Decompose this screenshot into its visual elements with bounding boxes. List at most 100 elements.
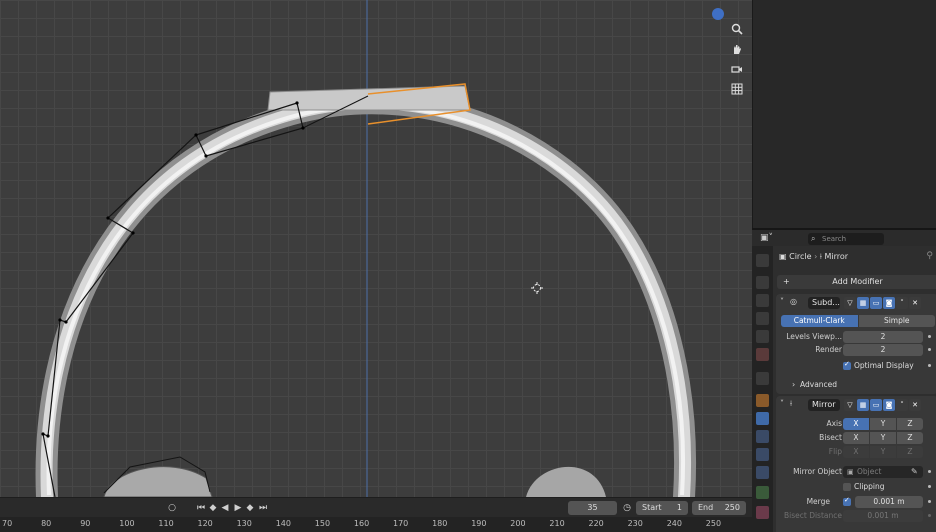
output-tab-icon[interactable] bbox=[756, 294, 769, 307]
animate-dot-icon[interactable] bbox=[928, 485, 931, 488]
stopwatch-icon[interactable]: ◷ bbox=[621, 502, 633, 514]
add-modifier-button[interactable]: + Add Modifier bbox=[777, 275, 936, 289]
view-layer-tab-icon[interactable] bbox=[756, 312, 769, 325]
on-cage-icon[interactable]: ▽ bbox=[844, 297, 856, 309]
particles-tab-icon[interactable] bbox=[756, 430, 769, 443]
clipping-label: Clipping bbox=[854, 482, 885, 491]
properties-search-input[interactable]: ⌕ Search bbox=[808, 233, 884, 245]
prev-keyframe-icon[interactable]: ◆ bbox=[208, 502, 218, 514]
viewport-display-icon[interactable]: ▭ bbox=[870, 297, 882, 309]
animate-dot-icon[interactable] bbox=[928, 364, 931, 367]
animate-dot-icon[interactable] bbox=[928, 335, 931, 338]
eyedropper-icon[interactable]: ✎ bbox=[911, 466, 918, 478]
axis-x-button[interactable]: X bbox=[843, 418, 869, 430]
timeline-tick-label: 250 bbox=[705, 519, 722, 528]
grid-icon[interactable] bbox=[728, 80, 746, 98]
levels-viewport-field[interactable]: 2 bbox=[843, 331, 923, 343]
camera-icon[interactable] bbox=[728, 60, 746, 78]
render-camera-icon[interactable]: ◙ bbox=[883, 399, 895, 411]
bisect-distance-field: 0.001 m bbox=[843, 510, 923, 522]
keying-icon[interactable]: ○ bbox=[166, 502, 178, 514]
breadcrumb: ▣ Circle › ⟊ Mirror bbox=[779, 252, 849, 261]
dropdown-icon[interactable]: ˅ bbox=[896, 399, 908, 411]
clipping-checkbox[interactable] bbox=[843, 483, 851, 491]
editor-type-icon[interactable]: ▣˅ bbox=[760, 233, 778, 245]
merge-checkbox[interactable] bbox=[843, 496, 851, 506]
timeline-tick-label: 120 bbox=[197, 519, 213, 528]
collapse-chevron-icon[interactable]: ˅ bbox=[780, 399, 784, 408]
current-frame-field[interactable]: 35 bbox=[568, 501, 617, 515]
play-reverse-icon[interactable]: ◀ bbox=[220, 502, 230, 514]
object-tab-icon[interactable] bbox=[756, 394, 769, 407]
mesh-scene[interactable] bbox=[0, 0, 752, 497]
end-label: End bbox=[698, 503, 714, 512]
bisect-z-button[interactable]: Z bbox=[897, 432, 923, 444]
bisect-x-button[interactable]: X bbox=[843, 432, 869, 444]
timeline-ruler[interactable]: 70 80 90 100 110 120 130 140 150 160 170 180 190 200 2… bbox=[0, 517, 752, 532]
render-levels-row: Render 2 bbox=[776, 344, 936, 356]
clipping-row: Clipping bbox=[776, 481, 936, 493]
render-levels-field[interactable]: 2 bbox=[843, 344, 923, 356]
advanced-subpanel-header[interactable]: › Advanced bbox=[776, 379, 936, 391]
animate-dot-icon[interactable] bbox=[928, 348, 931, 351]
subdivision-name-field[interactable]: Subd... bbox=[808, 297, 840, 309]
mirror-modifier-header[interactable]: ˅ ⟊ Mirror ▽ ▦ ▭ ◙ ˅ ✕ bbox=[776, 396, 936, 414]
axis-z-button[interactable]: Z bbox=[897, 418, 923, 430]
end-frame-field[interactable]: End 250 bbox=[692, 501, 746, 515]
dropdown-icon[interactable]: ˅ bbox=[896, 297, 908, 309]
axis-y-button[interactable]: Y bbox=[870, 418, 896, 430]
axis-gizmo-z[interactable] bbox=[712, 8, 724, 20]
timeline-tick-label: 70 bbox=[2, 519, 13, 528]
outliner-panel[interactable] bbox=[752, 0, 936, 228]
breadcrumb-modifier: Mirror bbox=[824, 252, 849, 261]
timeline-tick-label: 180 bbox=[432, 519, 448, 528]
animate-dot-icon[interactable] bbox=[928, 470, 931, 473]
collapse-chevron-icon[interactable]: ˅ bbox=[780, 297, 784, 306]
timeline-tick-label: 80 bbox=[41, 519, 52, 528]
data-tab-icon[interactable] bbox=[756, 486, 769, 499]
edit-mode-icon[interactable]: ▦ bbox=[857, 297, 869, 309]
on-cage-icon[interactable]: ▽ bbox=[844, 399, 856, 411]
physics-tab-icon[interactable] bbox=[756, 448, 769, 461]
tool-tab-icon[interactable] bbox=[756, 254, 769, 267]
render-tab-icon[interactable] bbox=[756, 276, 769, 289]
start-frame-field[interactable]: Start 1 bbox=[636, 501, 688, 515]
delete-x-icon[interactable]: ✕ bbox=[909, 399, 921, 411]
subdivision-modifier-panel: ˅ ◎ Subd... ▽ ▦ ▭ ◙ ˅ ✕ Catmull-Clark Si… bbox=[776, 294, 936, 394]
zoom-icon[interactable] bbox=[728, 20, 746, 38]
properties-editor: ▣ Circle › ⟊ Mirror ⚲ + Add Modifier ˅ ◎… bbox=[773, 246, 936, 532]
hand-pan-icon[interactable] bbox=[728, 40, 746, 58]
jump-end-icon[interactable]: ⏭ bbox=[258, 502, 268, 514]
material-tab-icon[interactable] bbox=[756, 506, 769, 519]
merge-distance-field[interactable]: 0.001 m bbox=[855, 496, 923, 508]
pin-icon[interactable]: ⚲ bbox=[926, 251, 933, 261]
mirror-name-field[interactable]: Mirror bbox=[808, 399, 840, 411]
expand-chevron-icon[interactable]: › bbox=[792, 379, 795, 391]
timeline-tick-label: 240 bbox=[666, 519, 682, 528]
jump-start-icon[interactable]: ⏮ bbox=[196, 502, 206, 514]
modifier-tab-icon[interactable] bbox=[756, 412, 769, 425]
world-tab-icon[interactable] bbox=[756, 348, 769, 361]
constraints-tab-icon[interactable] bbox=[756, 466, 769, 479]
delete-x-icon[interactable]: ✕ bbox=[909, 297, 921, 309]
play-icon[interactable]: ▶ bbox=[233, 502, 243, 514]
animate-dot-icon[interactable] bbox=[928, 500, 931, 503]
mirror-toggles: ▽ ▦ ▭ ◙ ˅ ✕ bbox=[844, 399, 921, 411]
catmull-clark-button[interactable]: Catmull-Clark bbox=[781, 315, 858, 327]
optimal-display-checkbox[interactable] bbox=[843, 360, 851, 370]
object-icon: ▣ bbox=[779, 252, 787, 261]
timeline-tick-label: 160 bbox=[353, 519, 370, 528]
subdivision-modifier-header[interactable]: ˅ ◎ Subd... ▽ ▦ ▭ ◙ ˅ ✕ bbox=[776, 294, 936, 312]
scene-tab-icon[interactable] bbox=[756, 330, 769, 343]
timeline-tick-label: 140 bbox=[275, 519, 291, 528]
render-camera-icon[interactable]: ◙ bbox=[883, 297, 895, 309]
3d-viewport[interactable] bbox=[0, 0, 752, 497]
axis-row: Axis X Y Z bbox=[776, 418, 936, 430]
simple-button[interactable]: Simple bbox=[858, 315, 935, 327]
bisect-y-button[interactable]: Y bbox=[870, 432, 896, 444]
mirror-object-row: Mirror Object Object ▣ ✎ bbox=[776, 466, 936, 478]
viewport-display-icon[interactable]: ▭ bbox=[870, 399, 882, 411]
edit-mode-icon[interactable]: ▦ bbox=[857, 399, 869, 411]
next-keyframe-icon[interactable]: ◆ bbox=[245, 502, 255, 514]
collection-tab-icon[interactable] bbox=[756, 372, 769, 385]
